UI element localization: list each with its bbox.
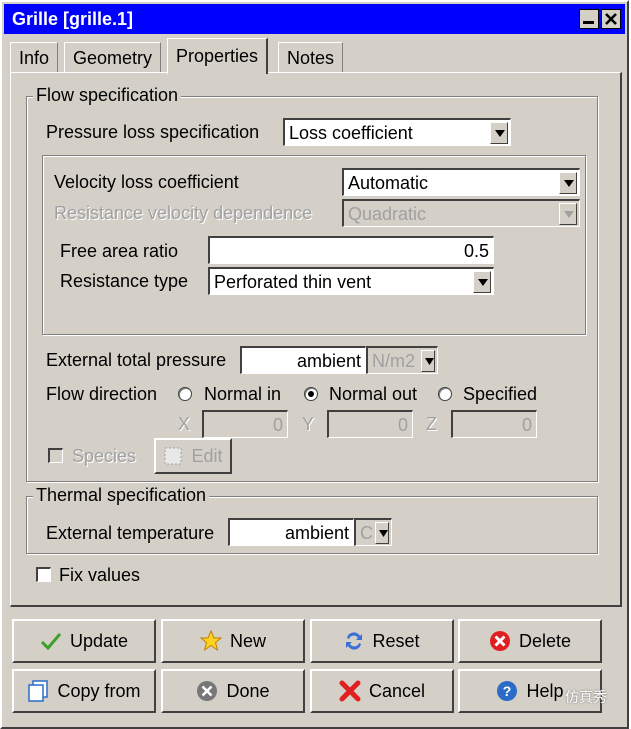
radio-specified-label: Specified [463, 384, 538, 404]
z-input: 0 [451, 410, 537, 438]
pressure-unit-value: N/m2 [372, 351, 416, 371]
radio-normal-in-label: Normal in [204, 384, 282, 404]
window-title: Grille [grille.1] [12, 9, 134, 29]
resistance-velocity-value: Quadratic [348, 204, 427, 224]
watermark: 仿真秀 [565, 689, 607, 705]
velocity-loss-label: Velocity loss coefficient [54, 172, 239, 192]
resistance-velocity-select: Quadratic [342, 199, 580, 227]
external-temperature-input[interactable]: ambient [228, 518, 354, 546]
new-button[interactable]: New [161, 619, 305, 663]
pressure-loss-value: Loss coefficient [289, 123, 413, 143]
y-label: Y [302, 414, 315, 434]
tab-notes-label: Notes [287, 48, 335, 68]
edit-icon [164, 447, 182, 465]
checkmark-icon [40, 633, 62, 651]
chevron-down-icon[interactable] [559, 172, 577, 194]
star-icon [199, 630, 222, 652]
resistance-type-select[interactable]: Perforated thin vent [208, 267, 494, 295]
z-label: Z [426, 414, 437, 434]
x-input: 0 [202, 410, 288, 438]
chevron-down-icon[interactable] [490, 122, 508, 144]
species-label: Species [72, 446, 137, 466]
external-pressure-label: External total pressure [46, 350, 227, 370]
radio-normal-out-label: Normal out [329, 384, 418, 404]
velocity-loss-value: Automatic [348, 173, 429, 193]
radio-normal-out[interactable] [304, 387, 318, 401]
done-icon [197, 681, 218, 701]
reset-button-label: Reset [372, 630, 420, 651]
tab-geometry-label: Geometry [73, 48, 153, 68]
edit-button: Edit [154, 438, 232, 474]
chevron-down-icon [559, 203, 577, 225]
velocity-loss-select[interactable]: Automatic [342, 168, 580, 196]
tab-info[interactable]: Info [10, 42, 59, 72]
help-icon: ? [497, 681, 518, 701]
pressure-loss-select[interactable]: Loss coefficient [283, 118, 511, 146]
done-button-label: Done [226, 680, 270, 701]
pressure-loss-label: Pressure loss specification [46, 122, 260, 142]
external-temperature-label: External temperature [46, 523, 215, 543]
copy-from-button[interactable]: Copy from [12, 669, 156, 713]
tab-properties-label: Properties [176, 46, 259, 66]
delete-button-label: Delete [518, 630, 572, 651]
chevron-down-icon[interactable] [473, 271, 491, 293]
tab-info-label: Info [19, 48, 50, 68]
fix-values-checkbox[interactable] [36, 567, 51, 582]
temperature-unit-value: C [360, 523, 373, 543]
tab-geometry[interactable]: Geometry [64, 42, 162, 72]
help-button-label: Help [526, 680, 564, 701]
cancel-button-label: Cancel [368, 680, 426, 701]
x-label: X [178, 414, 191, 434]
cancel-button[interactable]: Cancel [310, 669, 454, 713]
flow-direction-label: Flow direction [46, 384, 158, 404]
species-checkbox [48, 448, 63, 463]
radio-normal-in[interactable] [178, 387, 192, 401]
pressure-unit-select[interactable]: N/m2 [366, 346, 438, 374]
minimize-icon[interactable] [579, 9, 599, 29]
chevron-down-icon[interactable] [375, 522, 389, 544]
tab-properties[interactable]: Properties [167, 38, 269, 74]
chevron-down-icon[interactable] [421, 350, 435, 372]
external-temperature-value: ambient [284, 523, 349, 543]
title-bar[interactable]: Grille [grille.1] [4, 4, 625, 34]
tab-notes[interactable]: Notes [278, 42, 344, 72]
resistance-type-label: Resistance type [60, 271, 189, 291]
temperature-unit-select[interactable]: C [354, 518, 392, 546]
x-value: 0 [272, 415, 283, 435]
delete-button[interactable]: Delete [458, 619, 602, 663]
resistance-velocity-label: Resistance velocity dependence [54, 203, 313, 223]
new-button-label: New [229, 630, 266, 651]
copy-from-button-label: Copy from [57, 680, 141, 701]
update-button-label: Update [69, 630, 129, 651]
reset-button[interactable]: Reset [310, 619, 454, 663]
fix-values-label: Fix values [59, 565, 141, 585]
free-area-input[interactable]: 0.5 [208, 236, 494, 264]
thermal-specification-legend: Thermal specification [33, 485, 210, 506]
cancel-icon [339, 680, 361, 702]
external-pressure-value: ambient [296, 351, 361, 371]
edit-button-label: Edit [191, 445, 223, 466]
close-icon[interactable] [601, 9, 621, 29]
done-button[interactable]: Done [161, 669, 305, 713]
svg-text:?: ? [503, 683, 512, 699]
radio-specified[interactable] [438, 387, 452, 401]
external-pressure-input[interactable]: ambient [240, 346, 366, 374]
free-area-label: Free area ratio [60, 241, 179, 261]
y-value: 0 [397, 415, 408, 435]
update-button[interactable]: Update [12, 619, 156, 663]
y-input: 0 [327, 410, 413, 438]
resistance-type-value: Perforated thin vent [214, 272, 372, 292]
delete-icon [489, 631, 510, 651]
reset-icon [346, 632, 363, 650]
flow-specification-legend: Flow specification [33, 85, 182, 106]
copy-icon [28, 680, 49, 702]
grille-dialog: Grille [grille.1] Info Geometry Properti… [0, 0, 629, 729]
free-area-value: 0.5 [463, 241, 489, 261]
z-value: 0 [521, 415, 532, 435]
